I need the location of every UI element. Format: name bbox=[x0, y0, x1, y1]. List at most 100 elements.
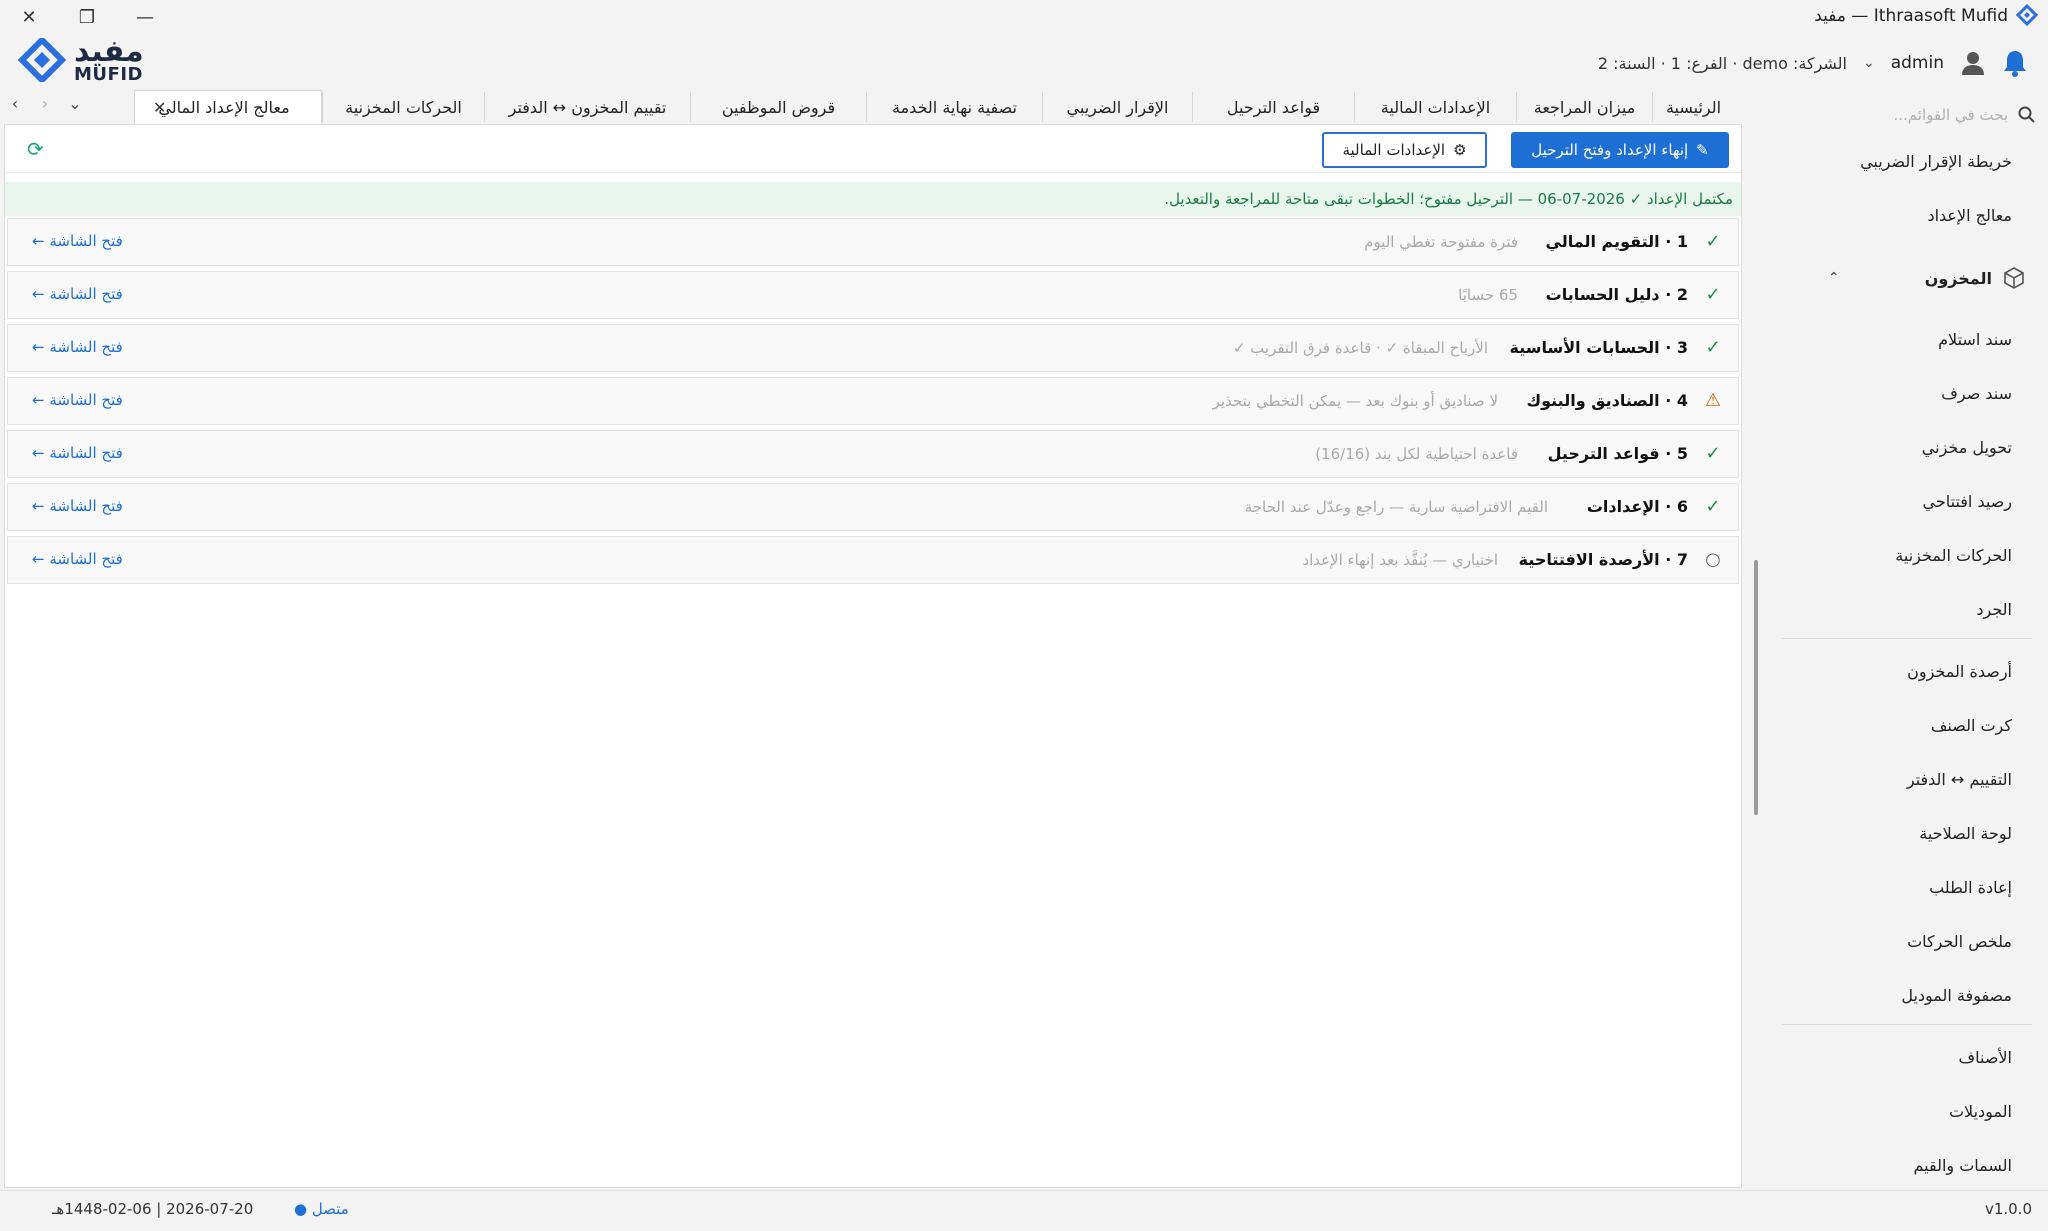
wizard-step: ⚠ 4 · الصناديق والبنوك لا صناديق أو بنوك… bbox=[7, 377, 1739, 425]
box-icon bbox=[2004, 267, 2024, 289]
logo-english-text: MUFID bbox=[74, 64, 143, 85]
gear-icon: ⚙ bbox=[1453, 141, 1467, 159]
finish-setup-button[interactable]: ✎ إنهاء الإعداد وفتح الترحيل bbox=[1511, 132, 1729, 168]
setup-status-banner: مكتمل الإعداد ✓ 2026-07-06 — الترحيل مفت… bbox=[5, 182, 1741, 216]
tab-label: الرئيسية bbox=[1665, 97, 1722, 117]
open-screen-link[interactable]: فتح الشاشة ← bbox=[32, 550, 123, 568]
sidebar-item-reorder[interactable]: إعادة الطلب bbox=[1929, 878, 2012, 897]
tab-strip: ‹ › ⌄ معالج الإعداد المالي ✕ الحركات الم… bbox=[0, 90, 1738, 124]
wizard-step: ✓ 5 · قواعد الترحيل قاعدة احتياطية لكل ب… bbox=[7, 430, 1739, 478]
tab-employee-loans[interactable]: قروض الموظفين bbox=[690, 92, 866, 122]
sidebar-item-stocktake[interactable]: الجرد bbox=[1976, 600, 2012, 619]
tab-financial-setup-wizard[interactable]: معالج الإعداد المالي ✕ bbox=[134, 90, 322, 124]
tab-label: تصفية نهاية الخدمة bbox=[892, 97, 1017, 117]
tab-inventory-valuation[interactable]: تقييم المخزون ↔ الدفتر bbox=[484, 92, 690, 122]
circle-icon: ○ bbox=[1705, 549, 1721, 570]
sidebar-item-transfer[interactable]: تحويل مخزني bbox=[1922, 438, 2012, 457]
step-note: 65 حسابًا bbox=[1458, 286, 1518, 304]
tab-financial-settings[interactable]: الإعدادات المالية bbox=[1354, 92, 1516, 122]
search-input[interactable]: بحث في القوائم... bbox=[1894, 106, 2009, 124]
tab-label: معالج الإعداد المالي bbox=[158, 98, 290, 117]
app-version: v1.0.0 bbox=[1984, 1200, 2032, 1218]
sidebar-item-attributes[interactable]: السمات والقيم bbox=[1914, 1156, 2012, 1175]
company-info: الشركة: demo · الفرع: 1 · السنة: 2 bbox=[1597, 53, 1847, 73]
open-screen-link[interactable]: فتح الشاشة ← bbox=[32, 391, 123, 409]
check-icon: ✓ bbox=[1705, 496, 1721, 517]
wizard-step: ✓ 6 · الإعدادات القيم الافتراضية سارية —… bbox=[7, 483, 1739, 531]
tab-label: الإقرار الضريبي bbox=[1066, 97, 1169, 117]
restore-icon: ❐ bbox=[78, 6, 96, 28]
wizard-step: ✓ 1 · التقويم المالي فترة مفتوحة تغطي ال… bbox=[7, 218, 1739, 266]
sidebar-item-movements-summary[interactable]: ملخص الحركات bbox=[1907, 932, 2012, 951]
tab-label: قروض الموظفين bbox=[721, 97, 836, 117]
sidebar-divider bbox=[1782, 1024, 2032, 1025]
tab-label: تقييم المخزون ↔ الدفتر bbox=[508, 97, 667, 117]
step-note: لا صناديق أو بنوك بعد — يمكن التخطي بتحذ… bbox=[1212, 392, 1498, 410]
sidebar-item-stock-balances[interactable]: أرصدة المخزون bbox=[1907, 662, 2012, 681]
chevron-down-icon[interactable]: ⌄ bbox=[1863, 55, 1875, 71]
wizard-step: ✓ 3 · الحسابات الأساسية الأرباح المبقاة … bbox=[7, 324, 1739, 372]
sidebar-item-model-matrix[interactable]: مصفوفة الموديل bbox=[1901, 986, 2012, 1005]
sidebar-search[interactable]: بحث في القوائم... bbox=[1766, 100, 2036, 130]
financial-settings-button[interactable]: ⚙ الإعدادات المالية bbox=[1322, 132, 1487, 168]
open-screen-link[interactable]: فتح الشاشة ← bbox=[32, 497, 123, 515]
minimize-window-button[interactable]: — bbox=[116, 2, 174, 32]
sidebar-item-inventory-movements[interactable]: الحركات المخزنية bbox=[1895, 546, 2012, 565]
notifications-bell-icon[interactable] bbox=[2002, 49, 2028, 77]
open-screen-link[interactable]: فتح الشاشة ← bbox=[32, 285, 123, 303]
refresh-icon[interactable]: ⟳ bbox=[27, 137, 44, 161]
sidebar-item-tax-map[interactable]: خريطة الإقرار الضريبي bbox=[1860, 152, 2012, 171]
check-icon: ✓ bbox=[1705, 337, 1721, 358]
sidebar-group-inventory[interactable]: المخزون bbox=[1925, 266, 2026, 290]
tab-label: ميزان المراجعة bbox=[1533, 97, 1636, 117]
finish-setup-label: إنهاء الإعداد وفتح الترحيل bbox=[1531, 141, 1689, 159]
financial-settings-label: الإعدادات المالية bbox=[1342, 141, 1446, 159]
step-title: 5 · قواعد الترحيل bbox=[1547, 444, 1688, 463]
tab-scroll-right-icon[interactable]: › bbox=[34, 94, 56, 113]
open-screen-link[interactable]: فتح الشاشة ← bbox=[32, 232, 123, 250]
close-icon: ✕ bbox=[21, 6, 37, 28]
sidebar-item-issue-voucher[interactable]: سند صرف bbox=[1941, 384, 2012, 403]
sidebar-item-models[interactable]: الموديلات bbox=[1949, 1102, 2012, 1121]
step-note: اختياري — يُنفَّذ بعد إنهاء الإعداد bbox=[1302, 551, 1498, 569]
step-note: القيم الافتراضية سارية — راجع وعدّل عند … bbox=[1244, 498, 1548, 516]
connection-status: متصل ● bbox=[294, 1200, 349, 1218]
close-window-button[interactable]: ✕ bbox=[0, 2, 58, 32]
step-title: 3 · الحسابات الأساسية bbox=[1509, 338, 1688, 357]
tab-home[interactable]: الرئيسية bbox=[1652, 92, 1734, 122]
step-note: قاعدة احتياطية لكل بند (16/16) bbox=[1315, 445, 1518, 463]
tab-label: الحركات المخزنية bbox=[345, 97, 462, 117]
tab-label: قواعد الترحيل bbox=[1226, 97, 1321, 117]
open-screen-link[interactable]: فتح الشاشة ← bbox=[32, 444, 123, 462]
tab-scroll-left-icon[interactable]: ‹ bbox=[4, 94, 26, 113]
user-icon[interactable] bbox=[1960, 50, 1986, 76]
tab-end-of-service[interactable]: تصفية نهاية الخدمة bbox=[866, 92, 1042, 122]
sidebar-item-opening-balance[interactable]: رصيد افتتاحي bbox=[1923, 492, 2012, 511]
restore-window-button[interactable]: ❐ bbox=[58, 2, 116, 32]
sidebar-item-setup-wizard[interactable]: معالج الإعداد bbox=[1927, 206, 2012, 225]
wizard-toolbar: ⟳ ✎ إنهاء الإعداد وفتح الترحيل ⚙ الإعداد… bbox=[5, 125, 1741, 173]
tab-trial-balance[interactable]: ميزان المراجعة bbox=[1516, 92, 1652, 122]
sidebar-item-item-card[interactable]: كرت الصنف bbox=[1931, 716, 2012, 735]
tab-tax-return[interactable]: الإقرار الضريبي bbox=[1042, 92, 1192, 122]
tab-list-dropdown-icon[interactable]: ⌄ bbox=[64, 94, 86, 113]
minimize-icon: — bbox=[136, 6, 154, 28]
wizard-step: ✓ 2 · دليل الحسابات 65 حسابًا فتح الشاشة… bbox=[7, 271, 1739, 319]
step-title: 7 · الأرصدة الافتتاحية bbox=[1518, 550, 1688, 569]
username-label[interactable]: admin bbox=[1891, 53, 1944, 73]
app-logo-icon bbox=[2015, 4, 2039, 27]
sidebar-item-valuation-ledger[interactable]: التقييم ↔ الدفتر bbox=[1907, 770, 2012, 789]
open-screen-link[interactable]: فتح الشاشة ← bbox=[32, 338, 123, 356]
header-user-area: admin ⌄ الشركة: demo · الفرع: 1 · السنة:… bbox=[1598, 46, 2028, 80]
app-header: مفيد MUFID admin ⌄ الشركة: demo · الفرع:… bbox=[0, 34, 2048, 90]
close-icon[interactable]: ✕ bbox=[153, 98, 166, 117]
chevron-up-icon[interactable]: ⌃ bbox=[1828, 270, 1840, 286]
sidebar-item-receipt-voucher[interactable]: سند استلام bbox=[1938, 330, 2012, 349]
sidebar-item-items[interactable]: الأصناف bbox=[1959, 1048, 2012, 1067]
sidebar-item-expiry-board[interactable]: لوحة الصلاحية bbox=[1919, 824, 2012, 843]
tab-inventory-movements[interactable]: الحركات المخزنية bbox=[322, 92, 484, 122]
tab-posting-rules[interactable]: قواعد الترحيل bbox=[1192, 92, 1354, 122]
title-bar: ✕ ❐ — Ithraasoft Mufid — مفيد bbox=[0, 0, 2048, 34]
step-title: 1 · التقويم المالي bbox=[1545, 232, 1688, 251]
mufid-logo: مفيد MUFID bbox=[18, 34, 144, 85]
